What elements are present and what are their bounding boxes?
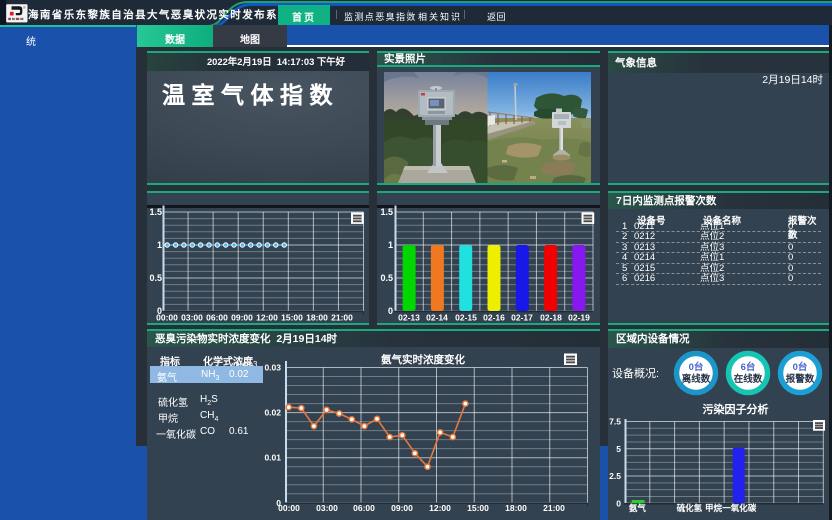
svg-text:15:00: 15:00 (467, 503, 489, 513)
svg-text:甲烷: 甲烷 (705, 503, 723, 513)
svg-text:18:00: 18:00 (505, 503, 527, 513)
svg-text:硫化氢: 硫化氢 (677, 503, 703, 513)
svg-text:0: 0 (616, 498, 621, 508)
svg-text:02-18: 02-18 (540, 312, 562, 322)
svg-text:21:00: 21:00 (331, 312, 353, 322)
svg-text:02-15: 02-15 (455, 312, 477, 322)
svg-text:0.5: 0.5 (149, 273, 162, 283)
svg-text:18:00: 18:00 (306, 312, 328, 322)
svg-text:02-19: 02-19 (568, 312, 590, 322)
svg-text:21:00: 21:00 (543, 503, 565, 513)
svg-text:7.5: 7.5 (609, 417, 621, 427)
svg-text:02-17: 02-17 (511, 312, 533, 322)
svg-text:03:00: 03:00 (316, 503, 338, 513)
svg-text:0: 0 (388, 306, 393, 316)
svg-text:09:00: 09:00 (231, 312, 253, 322)
svg-text:1.5: 1.5 (380, 207, 393, 217)
svg-text:离线数: 离线数 (682, 373, 711, 385)
svg-text:06:00: 06:00 (206, 312, 228, 322)
svg-text:1.5: 1.5 (149, 207, 162, 217)
svg-text:12:00: 12:00 (429, 503, 451, 513)
svg-text:0.01: 0.01 (264, 453, 281, 463)
svg-text:09:00: 09:00 (391, 503, 413, 513)
svg-text:6台: 6台 (741, 361, 756, 373)
svg-text:00:00: 00:00 (278, 503, 300, 513)
svg-text:1: 1 (157, 240, 162, 250)
svg-text:0.03: 0.03 (264, 363, 281, 373)
svg-text:在线数: 在线数 (734, 373, 763, 385)
svg-text:设备概况:: 设备概况: (612, 366, 659, 380)
svg-text:12:00: 12:00 (256, 312, 278, 322)
svg-text:02-14: 02-14 (426, 312, 448, 322)
svg-text:1: 1 (388, 240, 393, 250)
svg-text:03:00: 03:00 (181, 312, 203, 322)
svg-text:0.02: 0.02 (264, 408, 281, 418)
svg-text:2.5: 2.5 (609, 471, 621, 481)
svg-text:02-16: 02-16 (483, 312, 505, 322)
svg-text:0.5: 0.5 (380, 273, 393, 283)
svg-text:00:00: 00:00 (156, 312, 178, 322)
svg-text:06:00: 06:00 (353, 503, 375, 513)
svg-text:02-13: 02-13 (398, 312, 420, 322)
svg-text:15:00: 15:00 (281, 312, 303, 322)
svg-text:一氧化碳: 一氧化碳 (722, 503, 757, 513)
svg-text:0台: 0台 (793, 361, 808, 373)
svg-text:报警数: 报警数 (786, 373, 815, 385)
svg-text:5: 5 (616, 444, 621, 454)
svg-text:0台: 0台 (689, 361, 704, 373)
svg-text:氨气: 氨气 (629, 503, 647, 513)
